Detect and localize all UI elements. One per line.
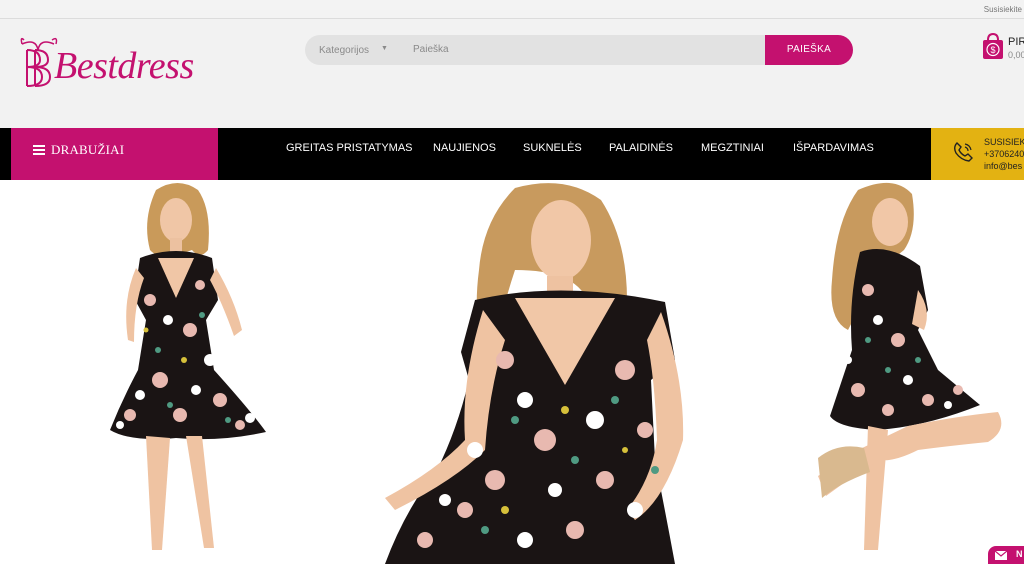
header: Bestdress Kategorijos ▼ Paieška PAIEŠKA … [0, 19, 1024, 128]
nav-link-palaidines[interactable]: PALAIDINĖS [609, 142, 673, 154]
contact-phone[interactable]: +370624052 [984, 149, 1024, 159]
category-menu-label: DRABUŽIAI [51, 142, 125, 157]
logo-text: Bestdress [54, 45, 194, 87]
top-bar: Susisiekite [0, 0, 1024, 19]
search-bar: Kategorijos ▼ Paieška PAIEŠKA [305, 35, 853, 65]
logo[interactable]: Bestdress [18, 36, 198, 92]
cart[interactable]: $ PIR 0,00 [982, 32, 1024, 72]
cart-total: 0,00 [1008, 50, 1024, 60]
search-input[interactable]: Paieška [401, 35, 765, 65]
phone-icon [954, 142, 973, 162]
category-menu-button[interactable]: DRABUŽIAI [11, 128, 218, 180]
category-select-label: Kategorijos [319, 45, 370, 56]
hero-model-center-image [385, 183, 684, 564]
main-nav: DRABUŽIAI GREITAS PRISTATYMAS NAUJIENOS … [0, 128, 1024, 180]
contact-title: SUSISIEK [984, 137, 1024, 147]
nav-link-megztiniai[interactable]: MEGZTINIAI [701, 142, 764, 154]
nav-link-sukneles[interactable]: SUKNELĖS [523, 142, 582, 154]
hero-model-right-image [818, 182, 1002, 550]
contact-email[interactable]: info@bes [984, 161, 1022, 171]
cart-title: PIR [1008, 36, 1024, 48]
hamburger-icon [33, 145, 45, 155]
shopping-bag-icon: $ [983, 32, 1003, 59]
hero-banner[interactable] [0, 180, 1024, 564]
svg-text:$: $ [990, 45, 995, 55]
mail-icon [995, 551, 1007, 560]
dropdown-arrow-icon: ▼ [381, 45, 388, 52]
hero-model-left-image [110, 183, 266, 550]
nav-link-greitas-pristatymas[interactable]: GREITAS PRISTATYMAS [286, 142, 413, 154]
contact-link[interactable]: Susisiekite [984, 5, 1022, 14]
nav-link-naujienos[interactable]: NAUJIENOS [433, 142, 496, 154]
category-select[interactable]: Kategorijos ▼ [305, 35, 401, 65]
newsletter-label: N [1016, 549, 1023, 559]
search-button[interactable]: PAIEŠKA [765, 35, 853, 65]
newsletter-tab[interactable]: N [988, 546, 1024, 564]
contact-info: SUSISIEK +370624052 info@bes [931, 128, 1024, 180]
nav-link-ispardavimas[interactable]: IŠPARDAVIMAS [793, 142, 874, 154]
